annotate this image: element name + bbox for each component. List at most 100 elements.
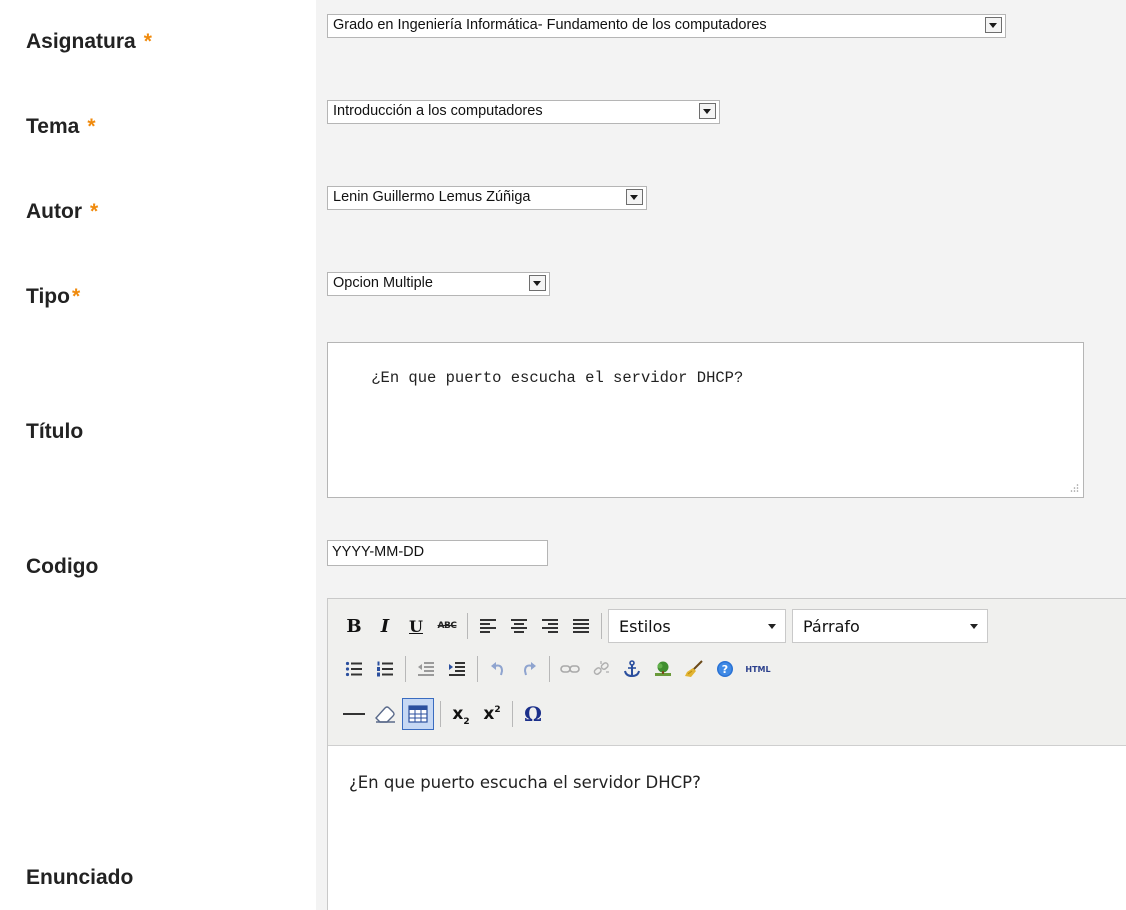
- link-button[interactable]: [556, 655, 584, 683]
- align-center-icon: [511, 619, 527, 633]
- codigo-input[interactable]: YYYY-MM-DD: [327, 540, 548, 566]
- align-left-icon: [480, 619, 496, 633]
- strikethrough-icon: ABC: [437, 621, 457, 631]
- cleanup-button[interactable]: [680, 655, 708, 683]
- asignatura-select[interactable]: Grado en Ingeniería Informática- Fundame…: [327, 14, 1006, 38]
- superscript-button[interactable]: x2: [478, 700, 506, 728]
- enunciado-editor: B I U ABC Estilos Párrafo ? HTML x2 x2 Ω…: [327, 598, 1126, 910]
- italic-button[interactable]: I: [371, 612, 399, 640]
- caret-down-icon: [768, 624, 776, 629]
- bold-icon: B: [346, 615, 362, 637]
- toolbar-row-2: ? HTML: [340, 652, 777, 686]
- superscript-icon: x2: [483, 704, 501, 724]
- subscript-glyph: x: [452, 704, 464, 724]
- strikethrough-button[interactable]: ABC: [433, 612, 461, 640]
- tema-select[interactable]: Introducción a los computadores: [327, 100, 720, 124]
- indent-button[interactable]: [443, 655, 471, 683]
- outdent-icon: [418, 662, 434, 676]
- html-button[interactable]: HTML: [742, 655, 774, 683]
- autor-label: Autor *: [26, 200, 98, 224]
- anchor-button[interactable]: [618, 655, 646, 683]
- help-icon: ?: [717, 661, 733, 677]
- horizontal-rule-icon: [343, 713, 365, 715]
- titulo-textarea-value: ¿En que puerto escucha el servidor DHCP?: [371, 369, 744, 387]
- required-star: *: [87, 115, 96, 138]
- tipo-label: Tipo*: [26, 285, 80, 309]
- underline-icon: U: [409, 616, 423, 636]
- required-star: *: [71, 285, 81, 308]
- styles-dropdown[interactable]: Estilos: [608, 609, 786, 643]
- eraser-icon: [375, 706, 395, 723]
- tema-label-text: Tema: [26, 115, 80, 138]
- image-button[interactable]: [649, 655, 677, 683]
- autor-select-value: Lenin Guillermo Lemus Zúñiga: [333, 189, 531, 205]
- align-right-button[interactable]: [536, 612, 564, 640]
- subscript-icon: x2: [452, 704, 470, 727]
- toolbar-separator: [405, 656, 406, 682]
- remove-format-button[interactable]: [371, 700, 399, 728]
- codigo-input-value: YYYY-MM-DD: [332, 544, 425, 560]
- resize-grip-icon[interactable]: [1069, 483, 1079, 493]
- toolbar-separator: [549, 656, 550, 682]
- chevron-down-icon[interactable]: [699, 103, 716, 119]
- chevron-down-icon[interactable]: [985, 17, 1002, 33]
- format-dropdown-value: Párrafo: [803, 617, 860, 636]
- required-star: *: [143, 30, 152, 53]
- asignatura-label-text: Asignatura: [26, 30, 136, 53]
- numbered-list-button[interactable]: [371, 655, 399, 683]
- help-button[interactable]: ?: [711, 655, 739, 683]
- anchor-icon: [624, 660, 640, 678]
- subscript-button[interactable]: x2: [447, 700, 475, 728]
- broom-icon: [685, 660, 703, 677]
- undo-button[interactable]: [484, 655, 512, 683]
- align-justify-button[interactable]: [567, 612, 595, 640]
- caret-down-icon: [970, 624, 978, 629]
- image-icon: [655, 661, 671, 676]
- align-left-button[interactable]: [474, 612, 502, 640]
- tema-select-value: Introducción a los computadores: [333, 103, 543, 119]
- horizontal-rule-button[interactable]: [340, 700, 368, 728]
- html-icon: HTML: [745, 664, 771, 674]
- bullet-list-icon: [345, 661, 362, 677]
- toolbar-row-1: B I U ABC Estilos Párrafo: [340, 609, 988, 643]
- format-dropdown[interactable]: Párrafo: [792, 609, 988, 643]
- redo-icon: [523, 662, 536, 676]
- editor-content[interactable]: ¿En que puerto escucha el servidor DHCP?: [349, 773, 701, 792]
- codigo-label: Codigo: [26, 555, 99, 578]
- superscript-glyph: x: [483, 704, 495, 724]
- toolbar-separator: [467, 613, 468, 639]
- enunciado-label: Enunciado: [26, 866, 134, 889]
- required-star: *: [90, 200, 99, 223]
- tema-label: Tema *: [26, 115, 96, 139]
- table-button[interactable]: [402, 698, 434, 730]
- autor-select[interactable]: Lenin Guillermo Lemus Zúñiga: [327, 186, 647, 210]
- asignatura-label: Asignatura *: [26, 30, 152, 54]
- unlink-icon: [593, 661, 609, 675]
- chevron-down-icon[interactable]: [529, 275, 546, 291]
- titulo-label: Título: [26, 420, 84, 443]
- align-center-button[interactable]: [505, 612, 533, 640]
- outdent-button[interactable]: [412, 655, 440, 683]
- toolbar-separator: [601, 613, 602, 639]
- tipo-label-text: Tipo: [26, 285, 70, 308]
- align-justify-icon: [573, 619, 589, 633]
- autor-label-text: Autor: [26, 200, 82, 223]
- tipo-select[interactable]: Opcion Multiple: [327, 272, 550, 296]
- undo-icon: [491, 662, 504, 676]
- titulo-textarea[interactable]: ¿En que puerto escucha el servidor DHCP?: [327, 342, 1084, 498]
- bold-button[interactable]: B: [340, 612, 368, 640]
- bullet-list-button[interactable]: [340, 655, 368, 683]
- indent-icon: [449, 662, 465, 676]
- table-icon: [408, 705, 428, 723]
- chevron-down-icon[interactable]: [626, 189, 643, 205]
- unlink-button[interactable]: [587, 655, 615, 683]
- link-icon: [560, 665, 580, 673]
- editor-toolbar: B I U ABC Estilos Párrafo ? HTML x2 x2 Ω: [328, 599, 1126, 746]
- asignatura-select-value: Grado en Ingeniería Informática- Fundame…: [333, 17, 767, 33]
- styles-dropdown-value: Estilos: [619, 617, 671, 636]
- redo-button[interactable]: [515, 655, 543, 683]
- underline-button[interactable]: U: [402, 612, 430, 640]
- align-right-icon: [542, 619, 558, 633]
- special-char-button[interactable]: Ω: [519, 700, 547, 728]
- omega-icon: Ω: [524, 702, 542, 726]
